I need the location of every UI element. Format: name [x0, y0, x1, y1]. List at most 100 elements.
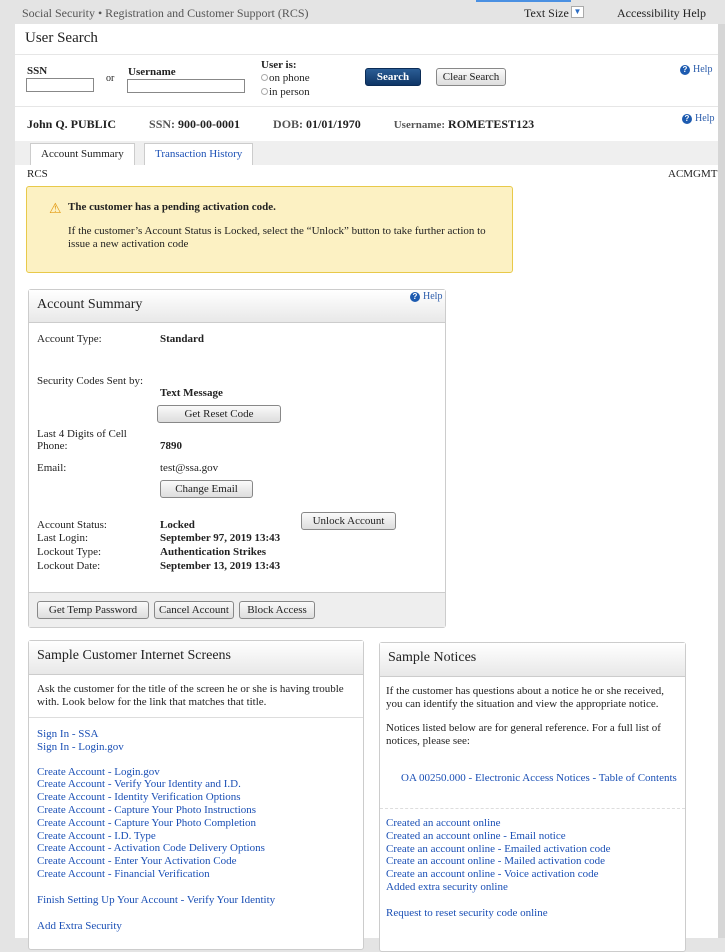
page-title: User Search [25, 30, 98, 46]
sample-notices-panel: Sample Notices If the customer has quest… [379, 642, 686, 952]
username-input[interactable] [127, 79, 245, 93]
customer-ssn: 900-00-0001 [178, 117, 241, 131]
customer-name: John Q. PUBLIC [27, 117, 117, 131]
help-icon: ? [682, 114, 692, 124]
alert-title: The customer has a pending activation co… [68, 201, 276, 213]
radio-label: on phone [269, 72, 310, 84]
notice-link[interactable]: Create an account online - Voice activat… [386, 868, 679, 881]
help-icon: ? [410, 292, 420, 302]
screen-link[interactable]: Create Account - Capture Your Photo Comp… [37, 817, 355, 830]
screen-link[interactable]: Create Account - Enter Your Activation C… [37, 855, 355, 868]
lockout-type-value: Authentication Strikes [160, 546, 267, 558]
last-login-value: September 97, 2019 13:43 [160, 532, 281, 544]
clear-search-button[interactable]: Clear Search [436, 68, 506, 86]
search-help-link[interactable]: ? Help [680, 64, 712, 75]
screens-intro: Ask the customer for the title of the sc… [29, 675, 363, 718]
notice-link[interactable]: Create an account online - Mailed activa… [386, 855, 679, 868]
screen-link[interactable]: Create Account - I.D. Type [37, 830, 355, 843]
screen-link[interactable]: Create Account - Financial Verification [37, 868, 355, 881]
email-value: test@ssa.gov [160, 462, 219, 474]
security-codes-value: Text Message [160, 387, 223, 399]
screens-links: Sign In - SSA Sign In - Login.gov Create… [29, 718, 363, 942]
top-bar: Social Security • Registration and Custo… [0, 0, 725, 24]
customer-help-link[interactable]: ? Help [682, 113, 714, 124]
radio-on-phone[interactable]: on phone [261, 72, 310, 84]
security-codes-label: Security Codes Sent by: [37, 375, 144, 387]
divider [15, 106, 718, 107]
cell-value: 7890 [160, 440, 182, 452]
notice-link[interactable]: Added extra security online [386, 881, 679, 894]
toc-link[interactable]: OA 00250.000 - Electronic Access Notices… [380, 748, 685, 809]
help-label: Help [423, 291, 443, 302]
ssn-label: SSN [27, 65, 48, 77]
get-reset-code-button[interactable]: Get Reset Code [157, 405, 281, 423]
last-login-label: Last Login: [37, 532, 89, 544]
notices-intro-1: If the customer has questions about a no… [386, 685, 664, 710]
notice-link[interactable]: Created an account online [386, 817, 679, 830]
account-status-label: Account Status: [37, 519, 107, 531]
block-access-button[interactable]: Block Access [239, 601, 315, 619]
ssn-input[interactable] [26, 78, 94, 92]
panel-title: Sample Notices [380, 643, 685, 677]
notices-intro-2: Notices listed below are for general ref… [386, 722, 661, 747]
help-label: Help [695, 113, 715, 124]
panel-title: Sample Customer Internet Screens [29, 641, 363, 675]
account-summary-panel: Account Summary ? Help Account Type: Stan… [28, 289, 446, 628]
cell-label: Last 4 Digits of Cell Phone: [37, 428, 127, 452]
pending-activation-alert: ⚠ The customer has a pending activation … [26, 186, 513, 273]
search-button[interactable]: Search [365, 68, 421, 86]
radio-in-person[interactable]: in person [261, 86, 310, 98]
notices-links: Created an account online Created an acc… [380, 809, 685, 928]
ssn-field-label: SSN: [149, 117, 176, 131]
account-type-label: Account Type: [37, 333, 102, 345]
user-is-label: User is: [261, 59, 297, 71]
screen-link[interactable]: Create Account - Capture Your Photo Inst… [37, 804, 355, 817]
lockout-date-label: Lockout Date: [37, 560, 101, 572]
screen-link[interactable]: Add Extra Security [37, 920, 355, 933]
customer-info: John Q. PUBLIC SSN: 900-00-0001 DOB: 01/… [27, 117, 534, 132]
screen-link[interactable]: Create Account - Verify Your Identity an… [37, 778, 355, 791]
notice-link[interactable]: Request to reset security code online [386, 907, 679, 920]
accessibility-help-link[interactable]: Accessibility Help [617, 6, 706, 21]
sample-screens-panel: Sample Customer Internet Screens Ask the… [28, 640, 364, 950]
context-right: ACMGMT [668, 168, 718, 180]
tab-transaction-history[interactable]: Transaction History [144, 143, 254, 165]
screen-link[interactable]: Finish Setting Up Your Account - Verify … [37, 894, 355, 907]
warning-icon: ⚠ [49, 202, 62, 217]
screen-link[interactable]: Create Account - Login.gov [37, 766, 355, 779]
notice-link[interactable]: Create an account online - Emailed activ… [386, 843, 679, 856]
text-size-label: Text Size [524, 6, 569, 20]
tab-account-summary[interactable]: Account Summary [30, 143, 135, 165]
panel-footer: Get Temp Password Cancel Account Block A… [29, 592, 445, 627]
customer-dob: 01/01/1970 [306, 117, 361, 131]
scrollbar[interactable] [718, 24, 725, 938]
account-help-link[interactable]: ? Help [410, 291, 442, 302]
radio-icon[interactable] [261, 88, 268, 95]
screen-link[interactable]: Sign In - SSA [37, 728, 355, 741]
change-email-button[interactable]: Change Email [160, 480, 253, 498]
panel-title: Account Summary [29, 290, 445, 323]
help-icon: ? [680, 65, 690, 75]
screen-link[interactable]: Create Account - Activation Code Deliver… [37, 842, 355, 855]
active-indicator [476, 0, 571, 2]
username-label: Username [128, 66, 176, 78]
context-left: RCS [27, 168, 48, 180]
cancel-account-button[interactable]: Cancel Account [154, 601, 234, 619]
screen-link[interactable]: Create Account - Identity Verification O… [37, 791, 355, 804]
get-temp-password-button[interactable]: Get Temp Password [37, 601, 149, 619]
radio-label: in person [269, 86, 310, 98]
email-label: Email: [37, 462, 67, 474]
lockout-date-value: September 13, 2019 13:43 [160, 560, 281, 572]
notice-link[interactable]: Created an account online - Email notice [386, 830, 679, 843]
unlock-account-button[interactable]: Unlock Account [301, 512, 396, 530]
app-title: Social Security • Registration and Custo… [22, 6, 309, 20]
account-status-value: Locked [160, 519, 195, 531]
help-label: Help [693, 64, 713, 75]
or-label: or [106, 73, 115, 84]
username-field-label: Username: [393, 119, 446, 131]
divider [15, 54, 718, 55]
screen-link[interactable]: Sign In - Login.gov [37, 741, 355, 754]
radio-icon[interactable] [261, 74, 268, 81]
text-size-dropdown-icon[interactable]: ▼ [571, 6, 584, 18]
dob-field-label: DOB: [273, 117, 304, 131]
